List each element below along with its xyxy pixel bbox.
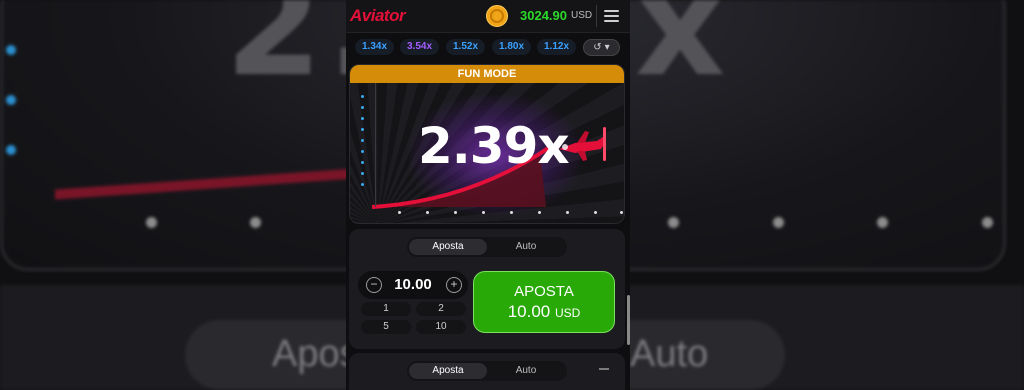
second-bet-panel: Aposta Auto [349,353,625,390]
coin-icon [486,5,508,27]
top-bar: Aviator 3024.90 USD [346,0,630,33]
history-toggle-button[interactable]: ↺ ▾ [583,39,620,56]
place-bet-button[interactable]: APOSTA 10.00 USD [473,271,615,333]
stake-stepper: − 10.00 + [358,271,468,299]
bet-button-label: APOSTA [514,283,574,300]
tab-auto[interactable]: Auto [487,239,565,255]
bet-panel: Aposta Auto − 10.00 + 1 2 5 10 APOSTA 10… [349,229,625,349]
second-bet-mode-tabs: Aposta Auto [407,361,567,381]
quick-amount-button[interactable]: 2 [416,302,466,316]
background-tab-auto: Auto [630,333,709,375]
current-multiplier: 2.39x [418,117,570,175]
bet-button-amount: 10.00 [507,302,551,321]
game-canvas: FUN MODE 2.39x [349,64,625,224]
fun-mode-banner: FUN MODE [350,65,624,83]
quick-amount-button[interactable]: 5 [361,320,411,334]
background-multiplier-right: x [635,0,726,108]
scrollbar[interactable] [627,295,630,345]
decrease-stake-button[interactable]: − [366,277,382,293]
balance-amount: 3024.90 [520,8,567,23]
history-multiplier[interactable]: 1.12x [537,39,577,55]
remove-bet-panel-icon[interactable] [599,368,609,370]
history-multiplier[interactable]: 1.34x [355,39,395,55]
bet-mode-tabs: Aposta Auto [407,237,567,257]
quick-amount-button[interactable]: 10 [416,320,466,334]
history-multiplier[interactable]: 1.52x [446,39,486,55]
multiplier-history: 1.34x 3.54x 1.52x 1.80x 1.12x ↺ ▾ [346,33,630,61]
game-screen: Aviator 3024.90 USD 1.34x 3.54x 1.52x 1.… [346,0,630,390]
balance-currency: USD [571,10,593,21]
tab-auto[interactable]: Auto [487,363,565,379]
tab-aposta[interactable]: Aposta [409,363,487,379]
aviator-logo[interactable]: Aviator [350,6,406,26]
increase-stake-button[interactable]: + [446,277,462,293]
bet-button-amount-line: 10.00 USD [474,302,614,322]
chevron-down-icon: ▾ [604,42,610,53]
bet-button-currency: USD [554,306,581,320]
airplane-icon [559,127,606,161]
tab-aposta[interactable]: Aposta [409,239,487,255]
y-axis-line [375,83,376,207]
history-multiplier[interactable]: 3.54x [400,39,440,55]
stake-value[interactable]: 10.00 [390,276,436,293]
history-multiplier[interactable]: 1.80x [492,39,532,55]
history-icon: ↺ [593,42,602,53]
divider [596,5,597,27]
menu-icon[interactable] [604,10,619,22]
quick-amount-button[interactable]: 1 [361,302,411,316]
